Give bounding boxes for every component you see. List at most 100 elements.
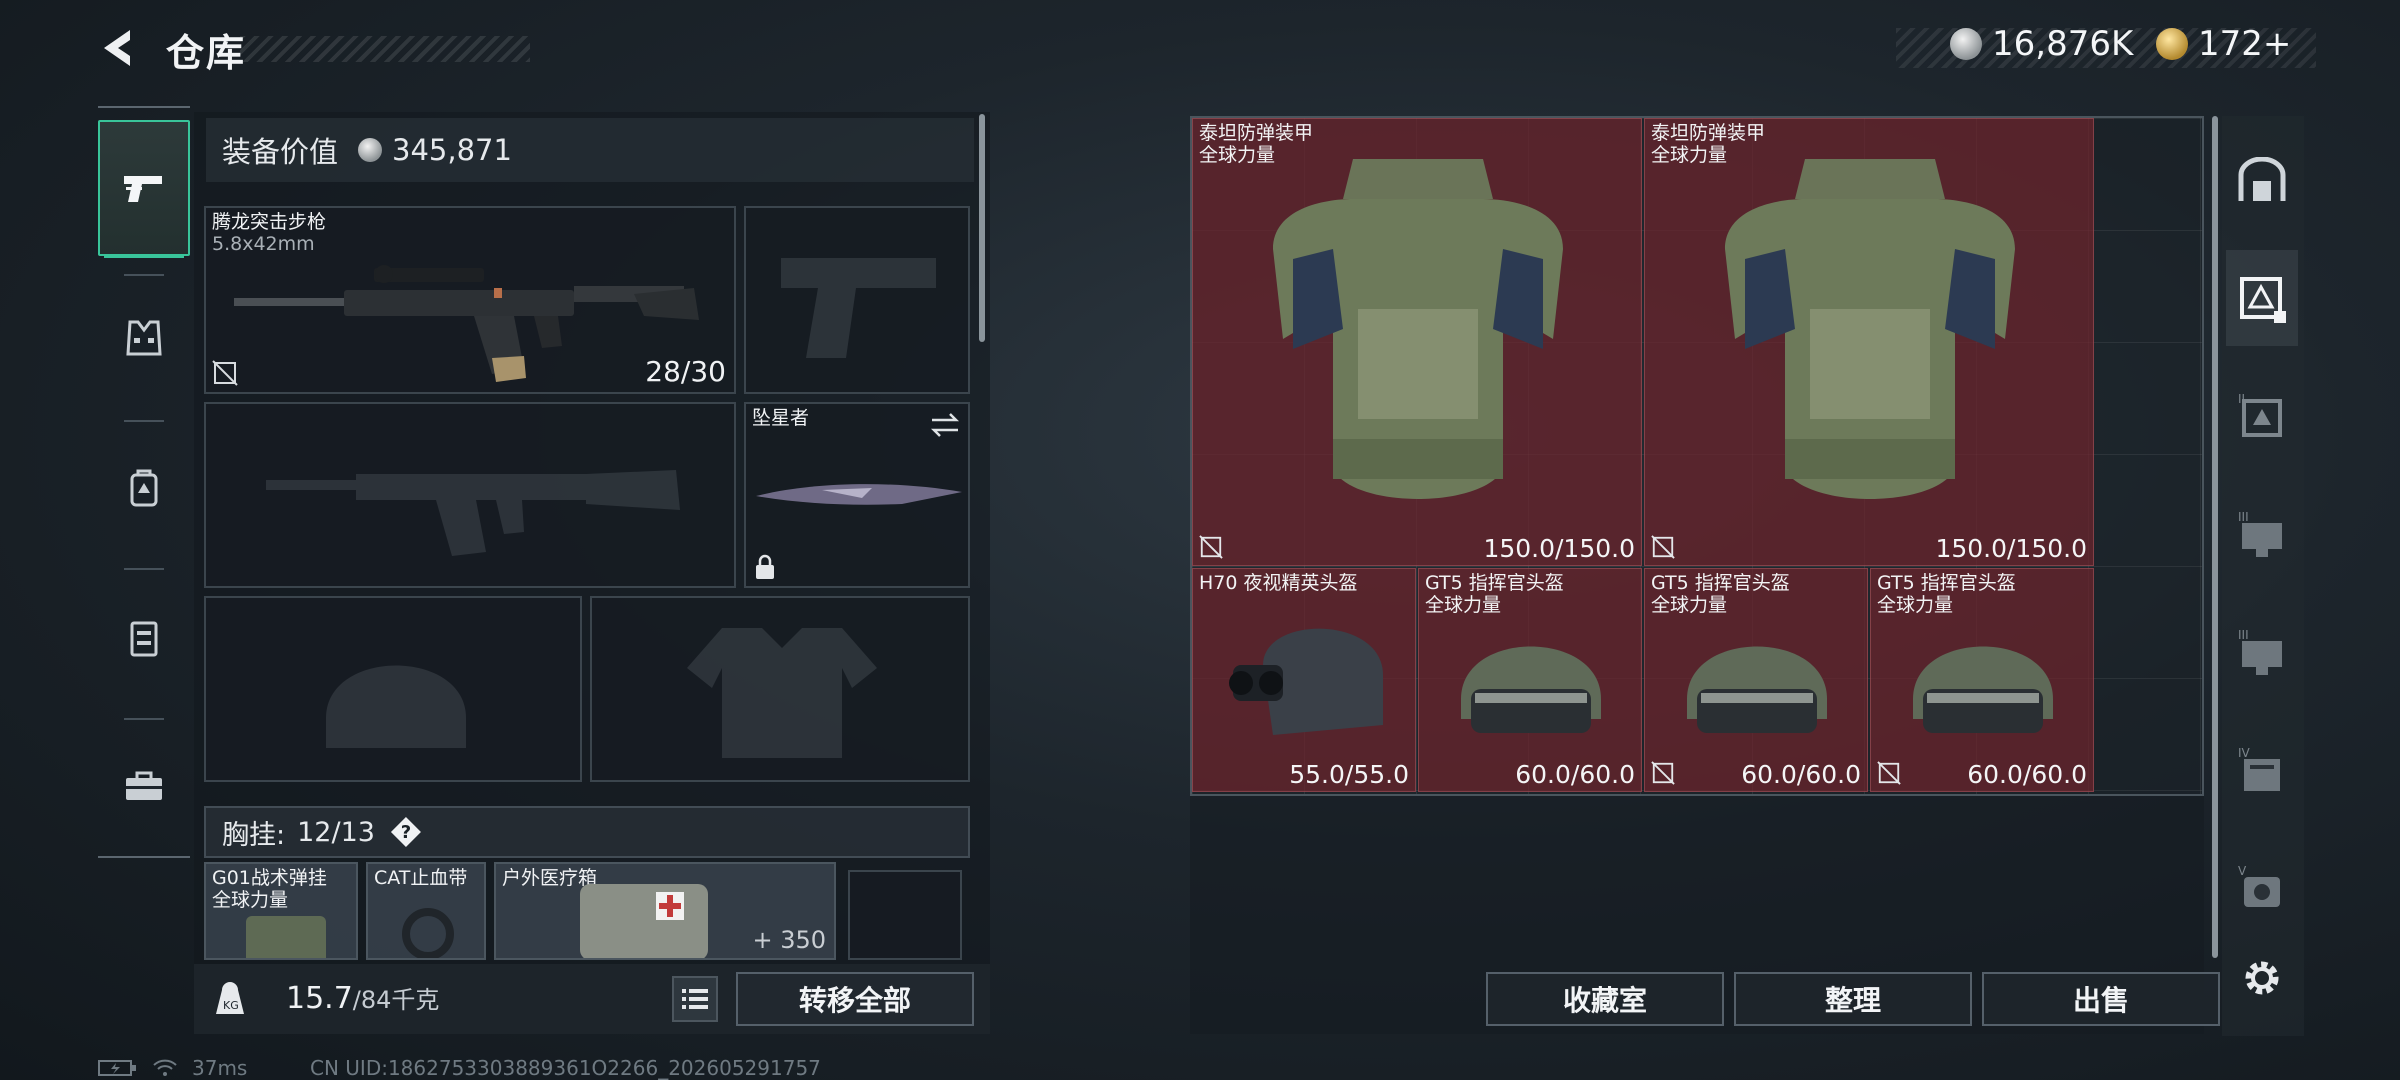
help-button[interactable]: ?: [390, 817, 421, 847]
ping-readout: 37ms: [192, 1056, 248, 1080]
transfer-all-button[interactable]: 转移全部: [736, 972, 974, 1026]
gear-icon: [2245, 961, 2279, 995]
armor-vest-icon: [126, 320, 162, 356]
gold-currency[interactable]: 172+: [2156, 24, 2291, 64]
vest-item-tourniquet[interactable]: CAT止血带: [366, 862, 486, 960]
chest-rig-icon: [130, 621, 158, 657]
equip-value-label: 装备价值: [222, 135, 339, 169]
back-chevron-icon: [104, 30, 130, 66]
category-weapons[interactable]: [98, 120, 190, 258]
item-durability: 60.0/60.0: [1515, 760, 1635, 789]
nv-helmet-image: [1229, 628, 1383, 735]
warehouse-tab-2-icon: II: [2238, 392, 2282, 437]
category-chest-rig[interactable]: [98, 570, 190, 706]
melee-name: 坠星者: [752, 407, 810, 429]
silver-coin-icon: [1950, 28, 1982, 60]
vest-label: 胸挂:: [222, 819, 286, 851]
swap-icon: [930, 413, 960, 437]
warehouse-tab-4-icon: III: [2238, 628, 2282, 675]
back-button[interactable]: [96, 24, 144, 72]
pistol-icon: [124, 176, 162, 202]
no-trade-icon: [212, 360, 238, 386]
silver-amount: 16,876K: [1992, 24, 2134, 64]
category-rail: [98, 106, 190, 858]
organize-button[interactable]: 整理: [1734, 972, 1972, 1026]
no-trade-icon: [1877, 761, 1901, 785]
tab-warehouse-3[interactable]: III: [2226, 486, 2298, 582]
battery-icon: [98, 1060, 136, 1076]
vest-capacity: 12/13: [297, 816, 375, 848]
list-view-button[interactable]: [672, 976, 718, 1022]
page-title: 仓库: [166, 31, 247, 75]
user-uid: CN UID:1862753303889361O2266_20260529175…: [310, 1056, 821, 1080]
item-durability: 60.0/60.0: [1741, 760, 1861, 789]
medkit-image: [580, 884, 708, 958]
category-toolbox[interactable]: [98, 718, 190, 854]
warehouse-tab-1-icon: [2240, 277, 2286, 323]
equip-value-bar: 装备价值 345,871: [206, 118, 974, 182]
gt5-helmet-image: [1913, 646, 2053, 733]
title-decoration: [240, 36, 530, 62]
armor-slot[interactable]: [590, 596, 970, 782]
tactical-rig-image: [246, 916, 326, 958]
settings-button[interactable]: [2226, 930, 2298, 1026]
status-bar: 37ms: [98, 1056, 247, 1080]
item-durability: 55.0/55.0: [1289, 760, 1409, 789]
primary-weapon-slot[interactable]: 腾龙突击步枪 5.8x42mm 28/30: [204, 206, 736, 394]
ammo-count: 28/30: [645, 355, 726, 388]
loadout-scrollbar[interactable]: [979, 114, 985, 342]
gold-amount: 172+: [2198, 24, 2292, 64]
vest-item-rig[interactable]: G01战术弹挂 全球力量: [204, 862, 358, 960]
sell-button[interactable]: 出售: [1982, 972, 2220, 1026]
pistol-slot[interactable]: [744, 206, 970, 394]
storage-item-helmet[interactable]: GT5 指挥官头盔 全球力量 60.0/60.0: [1418, 568, 1642, 792]
no-trade-icon: [1651, 761, 1675, 785]
equip-value: 345,871: [392, 133, 512, 167]
tab-warehouse-5[interactable]: IV: [2226, 722, 2298, 818]
tab-warehouse-2[interactable]: II: [2226, 368, 2298, 464]
list-icon: [682, 989, 708, 1009]
vest-empty-slot[interactable]: [848, 870, 962, 960]
collection-room-button[interactable]: 收藏室: [1486, 972, 1724, 1026]
vest-item-medkit[interactable]: 户外医疗箱 + 350: [494, 862, 836, 960]
tab-warehouse-1[interactable]: [2226, 250, 2298, 346]
item-durability: 60.0/60.0: [1967, 760, 2087, 789]
vest-extra: + 350: [752, 926, 826, 954]
tourniquet-image: [402, 908, 454, 958]
secondary-weapon-slot[interactable]: [204, 402, 736, 588]
warehouse-tab-6-icon: V: [2238, 864, 2280, 907]
storage-item-helmet[interactable]: GT5 指挥官头盔 全球力量 60.0/60.0: [1870, 568, 2094, 792]
helmet-slot[interactable]: [204, 596, 582, 782]
storage-item-helmet[interactable]: GT5 指挥官头盔 全球力量 60.0/60.0: [1644, 568, 1868, 792]
toolbox-icon: [126, 771, 162, 800]
rifle-placeholder-icon: [266, 470, 680, 556]
titan-armor-image: [1725, 159, 2015, 499]
tab-warehouse-4[interactable]: III: [2226, 604, 2298, 700]
pistol-placeholder-icon: [781, 258, 936, 358]
warehouse-tab-5-icon: IV: [2238, 746, 2280, 791]
vest-item-name: G01战术弹挂: [212, 867, 327, 889]
storage-item-nv-helmet[interactable]: H70 夜视精英头盔 55.0/55.0: [1192, 568, 1416, 792]
tab-storage-room[interactable]: [2226, 132, 2298, 228]
armor-placeholder-icon: [687, 628, 877, 758]
gt5-helmet-image: [1461, 646, 1601, 733]
silver-currency: 16,876K: [1950, 24, 2133, 64]
tab-warehouse-6[interactable]: V: [2226, 840, 2298, 936]
helmet-placeholder-icon: [326, 665, 466, 748]
tab-label: III: [2238, 628, 2249, 642]
weight-readout: 15.7/84千克: [286, 980, 439, 1016]
chest-rig-bar: 胸挂: 12/13 ?: [204, 806, 970, 858]
storage-scrollbar[interactable]: [2212, 116, 2218, 958]
storage-item-armor[interactable]: 泰坦防弹装甲 全球力量 150.0/150.0: [1644, 118, 2094, 566]
storage-room-icon: [2238, 157, 2286, 201]
item-name: GT5 指挥官头盔: [1877, 572, 2016, 594]
category-armor[interactable]: [98, 270, 190, 406]
lock-icon: [756, 554, 774, 579]
vest-item-name: CAT止血带: [374, 867, 468, 889]
category-backpack[interactable]: [98, 420, 190, 556]
weight-icon: KG: [216, 982, 244, 1014]
storage-item-armor[interactable]: 泰坦防弹装甲 全球力量 150.0/150.0: [1192, 118, 1642, 566]
melee-slot[interactable]: 坠星者: [744, 402, 970, 588]
weight-current: 15.7: [286, 981, 353, 1016]
item-name: H70 夜视精英头盔: [1199, 572, 1358, 594]
